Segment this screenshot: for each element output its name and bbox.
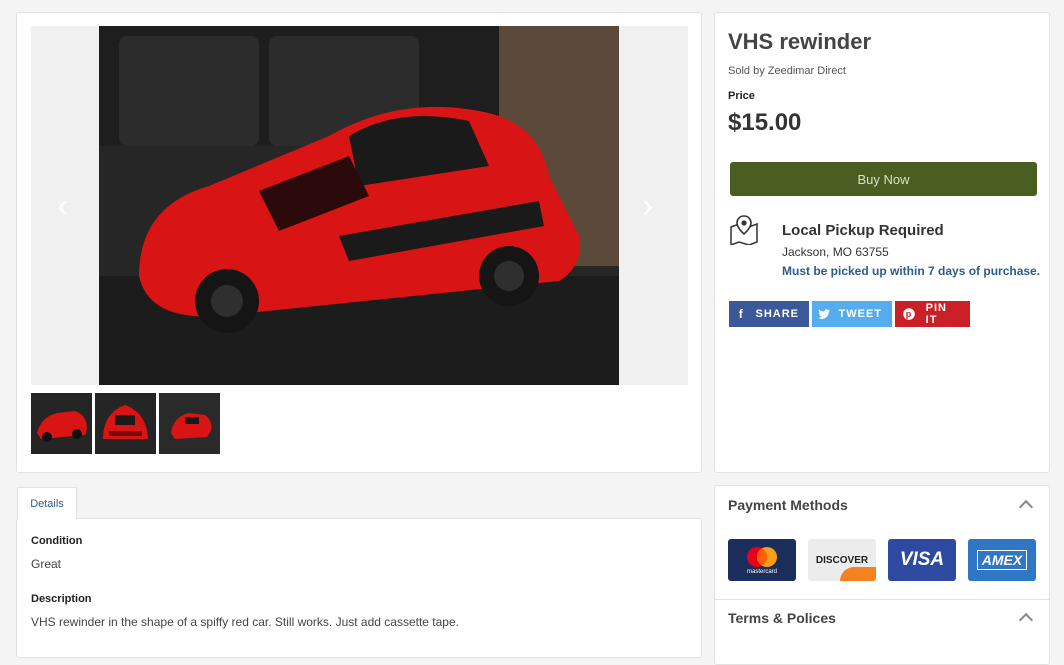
twitter-icon (818, 305, 831, 323)
discover-label: DISCOVER (815, 554, 869, 566)
pickup-title: Local Pickup Required (782, 222, 944, 239)
map-pin-icon (729, 215, 759, 247)
description-value: VHS rewinder in the shape of a spiffy re… (31, 615, 459, 629)
condition-label: Condition (31, 535, 83, 547)
condition-value: Great (31, 557, 62, 571)
svg-text:p: p (906, 309, 913, 319)
pickup-note: Must be picked up within 7 days of purch… (782, 264, 1041, 278)
mastercard-logo: mastercard (728, 539, 796, 581)
discover-logo: DISCOVER (808, 539, 876, 581)
chevron-up-icon[interactable] (1018, 499, 1034, 515)
tweet-label: TWEET (838, 308, 882, 320)
visa-label: VISA (899, 549, 945, 570)
chevron-right-icon[interactable]: › (642, 189, 653, 223)
thumbnail-2[interactable] (95, 393, 156, 454)
product-gallery: ‹ › (16, 12, 702, 473)
buy-now-button[interactable]: Buy Now (730, 162, 1037, 196)
social-share-bar: f SHARE TWEET p PIN IT (729, 301, 970, 327)
product-title: VHS rewinder (728, 29, 872, 54)
product-price: $15.00 (728, 109, 802, 136)
thumbnail-3[interactable] (159, 393, 220, 454)
thumbnail-1[interactable] (31, 393, 92, 454)
share-label: SHARE (755, 308, 799, 320)
divider (715, 599, 1049, 600)
payment-card-list: mastercard DISCOVER VISA AMEX (728, 539, 1036, 581)
discover-accent (840, 567, 876, 581)
facebook-icon: f (738, 307, 744, 321)
pinterest-pin-button[interactable]: p PIN IT (895, 301, 970, 327)
pickup-location: Jackson, MO 63755 (782, 245, 889, 259)
pinterest-icon: p (901, 305, 918, 323)
price-label: Price (728, 90, 755, 102)
product-photo (99, 26, 619, 385)
pin-label: PIN IT (925, 302, 947, 326)
amex-logo: AMEX (968, 539, 1036, 581)
chevron-up-icon[interactable] (1018, 612, 1034, 628)
terms-heading: Terms & Polices (728, 610, 836, 626)
details-panel: Details Condition Great Description VHS … (16, 487, 702, 658)
facebook-share-button[interactable]: f SHARE (729, 301, 809, 327)
payment-methods-heading: Payment Methods (728, 497, 848, 513)
tab-details[interactable]: Details (17, 487, 77, 520)
amex-label: AMEX (976, 550, 1028, 570)
seller-name: Sold by Zeedimar Direct (728, 65, 846, 77)
main-image-viewer[interactable]: ‹ › (31, 26, 688, 385)
mastercard-label: mastercard (746, 569, 777, 575)
product-info-panel: VHS rewinder Sold by Zeedimar Direct Pri… (714, 12, 1050, 473)
payment-methods-panel: Payment Methods mastercard DISCOVER VISA… (714, 485, 1050, 665)
visa-logo: VISA (888, 539, 956, 581)
twitter-tweet-button[interactable]: TWEET (812, 301, 892, 327)
chevron-left-icon[interactable]: ‹ (57, 189, 68, 223)
description-label: Description (31, 593, 92, 605)
thumbnail-strip (31, 393, 220, 454)
